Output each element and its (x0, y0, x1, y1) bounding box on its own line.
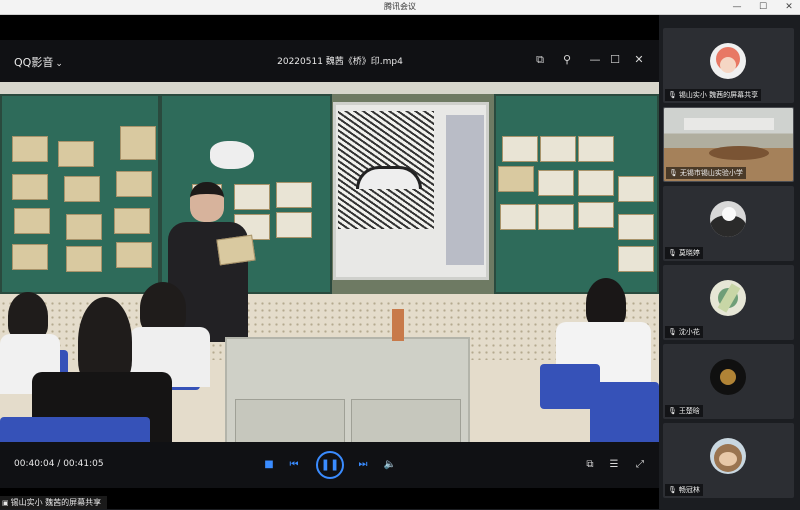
screenshot-icon[interactable]: ⧉ (530, 50, 550, 70)
pin-icon[interactable]: ⚲ (557, 50, 577, 70)
avatar (710, 280, 746, 316)
playback-time: 00:40:04 / 00:41:05 (14, 459, 104, 469)
participant-tile[interactable]: 🎙 沈小花 (663, 265, 794, 340)
pause-icon[interactable]: ❚❚ (316, 451, 344, 479)
participant-tile[interactable]: 🎙 锡山实小 魏茜的屏幕共享 (663, 28, 794, 103)
maximize-button[interactable]: ☐ (752, 0, 774, 15)
participant-panel: 🎙 锡山实小 魏茜的屏幕共享 🎙 无锡市锡山实验小学 🎙 莫晓婷 🎙 沈小花 🎙 王楚晗 (659, 15, 800, 509)
cup (392, 309, 404, 341)
settings-icon[interactable]: ☰ (604, 455, 624, 475)
participant-tile[interactable]: 🎙 无锡市锡山实验小学 (663, 107, 794, 182)
screenshot-icon[interactable]: ⧉ (580, 455, 600, 475)
classroom-display (333, 102, 489, 280)
participant-name: 🎙 沈小花 (665, 326, 703, 338)
mic-off-icon: 🎙 (668, 328, 677, 336)
share-icon: ▣ (2, 499, 9, 507)
window-title: 腾讯会议 (384, 2, 416, 11)
next-icon[interactable]: ⏭ (353, 455, 373, 475)
video-file-name: 20220511 魏茜《桥》印.mp4 (277, 57, 403, 67)
maximize-icon[interactable]: ☐ (605, 50, 625, 70)
mic-off-icon: 🎙 (668, 486, 677, 494)
mic-off-icon: 🎙 (668, 91, 677, 99)
student (8, 292, 48, 340)
window-title-bar: 腾讯会议 — ☐ ✕ (0, 0, 800, 15)
participant-tile[interactable]: 🎙 王楚晗 (663, 344, 794, 419)
previous-icon[interactable]: ⏮ (284, 455, 304, 475)
avatar (710, 43, 746, 79)
avatar (710, 359, 746, 395)
student (586, 278, 626, 328)
woodcut-print-image (338, 111, 434, 229)
avatar (710, 201, 746, 237)
mic-off-icon: 🎙 (669, 169, 678, 177)
video-frame[interactable] (0, 82, 659, 457)
minimize-icon[interactable]: — (585, 50, 605, 70)
shared-screen: QQ影音 ⌄ 20220511 魏茜《桥》印.mp4 ⧉ ⚲ — ☐ ✕ 00:… (0, 15, 659, 509)
player-top-bar: QQ影音 ⌄ 20220511 魏茜《桥》印.mp4 ⧉ ⚲ — ☐ ✕ (0, 40, 659, 82)
right-chalkboard (494, 94, 659, 294)
player-brand[interactable]: QQ影音 ⌄ (14, 54, 63, 70)
participant-name: 🎙 畅冠林 (665, 484, 703, 496)
participant-tile[interactable]: 🎙 畅冠林 (663, 423, 794, 498)
avatar (710, 438, 746, 474)
participant-name: 🎙 无锡市锡山实验小学 (666, 167, 746, 179)
total-time: 00:41:05 (63, 459, 104, 469)
volume-icon[interactable]: 🔈 (380, 455, 400, 475)
cloud-cutout (210, 141, 254, 169)
held-artwork (216, 234, 256, 266)
teacher-desk (225, 309, 470, 457)
participant-name: 🎙 锡山实小 魏茜的屏幕共享 (665, 89, 762, 101)
close-icon[interactable]: ✕ (629, 50, 649, 70)
left-chalkboard (0, 94, 160, 294)
playback-bar: 00:40:04 / 00:41:05 ■ ⏮ ❚❚ ⏭ 🔈 ⧉ ☰ ⤢ (0, 442, 659, 488)
participant-name: 🎙 莫晓婷 (665, 247, 703, 259)
stop-icon[interactable]: ■ (259, 455, 279, 475)
mic-off-icon: 🎙 (668, 407, 677, 415)
ceiling (0, 82, 659, 94)
screen-share-label: ▣ 锡山实小 魏茜的屏幕共享 (0, 496, 108, 509)
minimize-button[interactable]: — (726, 0, 748, 15)
participant-name: 🎙 王楚晗 (665, 405, 703, 417)
fullscreen-icon[interactable]: ⤢ (630, 455, 650, 475)
mic-off-icon: 🎙 (668, 249, 677, 257)
participant-tile[interactable]: 🎙 莫晓婷 (663, 186, 794, 261)
current-time: 00:40:04 (14, 459, 55, 469)
close-button[interactable]: ✕ (778, 0, 800, 15)
